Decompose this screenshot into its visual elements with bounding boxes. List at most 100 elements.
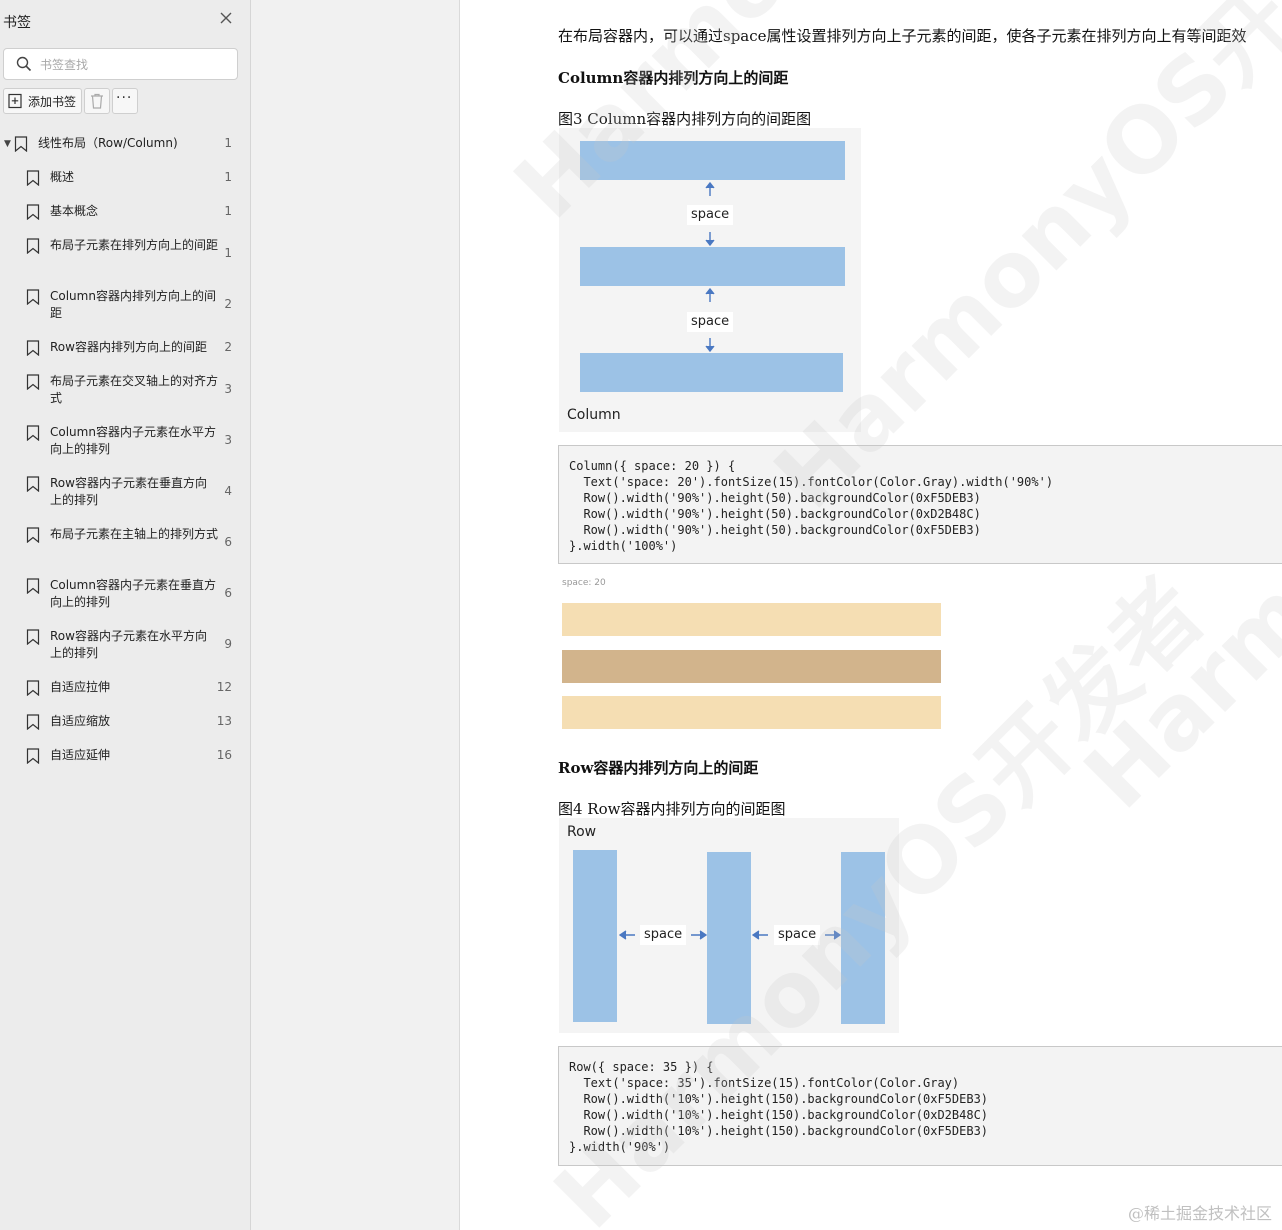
bookmark-icon [26, 238, 40, 254]
bookmark-item[interactable]: 自适应缩放 13 [0, 713, 250, 731]
add-bookmark-button[interactable]: 添加书签 [3, 88, 82, 114]
bookmark-item[interactable]: 概述 1 [0, 169, 250, 187]
code-line: }.width('100%') [569, 539, 678, 553]
code-line: Row().width('90%').height(50).background… [569, 491, 981, 505]
bookmark-page-number: 6 [224, 535, 232, 549]
bookmark-page-number: 13 [216, 714, 232, 728]
bookmark-item[interactable]: 布局子元素在交叉轴上的对齐方式 3 [0, 373, 250, 407]
bookmark-item[interactable]: Column容器内排列方向上的间距 2 [0, 288, 250, 322]
column-child-3 [580, 353, 843, 392]
bookmark-page-number: 12 [216, 680, 232, 694]
bookmark-icon [26, 374, 40, 390]
bookmark-page-number: 2 [224, 340, 232, 354]
bookmark-label: 布局子元素在交叉轴上的对齐方式 [50, 374, 219, 405]
arrow-right-icon [825, 930, 841, 940]
bookmark-page-number: 6 [224, 586, 232, 600]
bookmark-label: 线性布局（Row/Column) [38, 136, 178, 150]
column-child-2 [580, 247, 845, 286]
code-line: Row().width('10%').height(150).backgroun… [569, 1108, 989, 1122]
code-lines: Column({ space: 20 }) { Text('space: 20'… [569, 458, 1053, 554]
bookmark-page-number: 1 [224, 246, 232, 260]
document-page: 在布局容器内，可以通过space属性设置排列方向上子元素的间距，使各子元素在排列… [460, 0, 1282, 1230]
bookmark-item[interactable]: Row容器内子元素在水平方向上的排列 9 [0, 628, 250, 662]
delete-bookmark-button[interactable] [84, 88, 110, 114]
row-child-1 [573, 850, 617, 1022]
expand-caret-icon[interactable]: ▼ [4, 139, 11, 149]
code-block-row: Row({ space: 35 }) { Text('space: 35').f… [558, 1046, 1282, 1166]
bookmark-label: 自适应延伸 [50, 748, 111, 762]
bookmark-icon [14, 136, 28, 152]
figure4-row-diagram: Row space space [559, 818, 899, 1033]
bookmark-item[interactable]: Column容器内子元素在水平方向上的排列 3 [0, 424, 250, 458]
bookmark-label: 布局子元素在主轴上的排列方式 [50, 527, 219, 541]
bookmark-icon [26, 680, 40, 696]
bookmark-label: Row容器内子元素在水平方向上的排列 [50, 629, 207, 660]
bookmark-page-number: 2 [224, 297, 232, 311]
preview-row-2 [562, 650, 941, 683]
bookmark-icon [26, 170, 40, 186]
arrow-left-icon [752, 930, 768, 940]
close-icon[interactable] [218, 10, 234, 26]
preview-row-3 [562, 696, 941, 729]
bookmark-label: 自适应拉伸 [50, 680, 111, 694]
bookmark-icon [26, 289, 40, 305]
bookmark-icon [26, 527, 40, 543]
bookmark-label: Row容器内子元素在垂直方向上的排列 [50, 476, 207, 507]
bookmark-label: 布局子元素在排列方向上的间距 [50, 238, 219, 252]
arrow-down-icon [705, 338, 715, 352]
figure4-caption: 图4 Row容器内排列方向的间距图 [558, 800, 786, 818]
bookmark-icon [26, 748, 40, 764]
figure4-label: Row [567, 824, 597, 840]
heading-column-spacing: Column容器内排列方向上的间距 [558, 69, 789, 87]
code-lines: Row({ space: 35 }) { Text('space: 35').f… [569, 1059, 988, 1155]
site-watermark: @稀土掘金技术社区 [1127, 1204, 1272, 1223]
bookmark-icon [26, 714, 40, 730]
row-child-3 [841, 852, 885, 1024]
bookmark-item[interactable]: 基本概念 1 [0, 203, 250, 221]
arrow-down-icon [705, 232, 715, 246]
code-line: Row().width('90%').height(50).background… [569, 507, 981, 521]
row-child-2 [707, 852, 751, 1024]
heading-row-spacing: Row容器内排列方向上的间距 [558, 759, 759, 777]
bookmark-page-number: 3 [224, 382, 232, 396]
bookmark-search-input[interactable] [38, 55, 232, 75]
bookmark-icon [26, 204, 40, 220]
figure3-caption: 图3 Column容器内排列方向的间距图 [558, 110, 812, 128]
code-line: Row().width('10%').height(150).backgroun… [569, 1124, 989, 1138]
bookmark-label: 概述 [50, 170, 75, 184]
bookmark-page-number: 9 [224, 637, 232, 651]
code-block-column: Column({ space: 20 }) { Text('space: 20'… [558, 445, 1282, 564]
bookmark-page-number: 1 [224, 170, 232, 184]
intro-paragraph: 在布局容器内，可以通过space属性设置排列方向上子元素的间距，使各子元素在排列… [558, 27, 1247, 45]
bookmark-page-number: 4 [224, 484, 232, 498]
figure3-column-diagram: space space Column [559, 128, 861, 432]
more-options-button[interactable]: ··· [112, 88, 138, 114]
code-line: Row({ space: 35 }) { [569, 1060, 714, 1074]
bookmark-page-number: 1 [224, 204, 232, 218]
bookmark-label: Row容器内排列方向上的间距 [50, 340, 207, 354]
bookmark-item[interactable]: Row容器内子元素在垂直方向上的排列 4 [0, 475, 250, 509]
bookmark-item[interactable]: ▼ 线性布局（Row/Column) 1 [0, 135, 250, 153]
code-line: }.width('90%') [569, 1140, 671, 1154]
page-gutter [251, 0, 460, 1230]
bookmark-item[interactable]: Column容器内子元素在垂直方向上的排列 6 [0, 577, 250, 611]
arrow-up-icon [705, 288, 715, 302]
bookmark-icon [26, 629, 40, 645]
bookmark-item[interactable]: Row容器内排列方向上的间距 2 [0, 339, 250, 357]
bookmark-page-number: 1 [224, 136, 232, 150]
bookmark-item[interactable]: 布局子元素在排列方向上的间距 1 [0, 237, 250, 271]
arrow-left-icon [619, 930, 635, 940]
trash-icon [91, 93, 103, 109]
bookmark-icon [26, 340, 40, 356]
code-line: Text('space: 20').fontSize(15).fontColor… [569, 475, 1054, 489]
bookmark-item[interactable]: 自适应拉伸 12 [0, 679, 250, 697]
bookmark-search-box[interactable] [3, 48, 238, 80]
preview-row-1 [562, 603, 941, 636]
bookmark-item[interactable]: 自适应延伸 16 [0, 747, 250, 765]
row-space-label-2: space [774, 925, 821, 945]
bookmark-label: 自适应缩放 [50, 714, 111, 728]
code-line: Text('space: 35').fontSize(15).fontColor… [569, 1076, 960, 1090]
figure3-label: Column [567, 407, 621, 423]
sidebar-header: 书签 [0, 0, 250, 40]
bookmark-item[interactable]: 布局子元素在主轴上的排列方式 6 [0, 526, 250, 560]
